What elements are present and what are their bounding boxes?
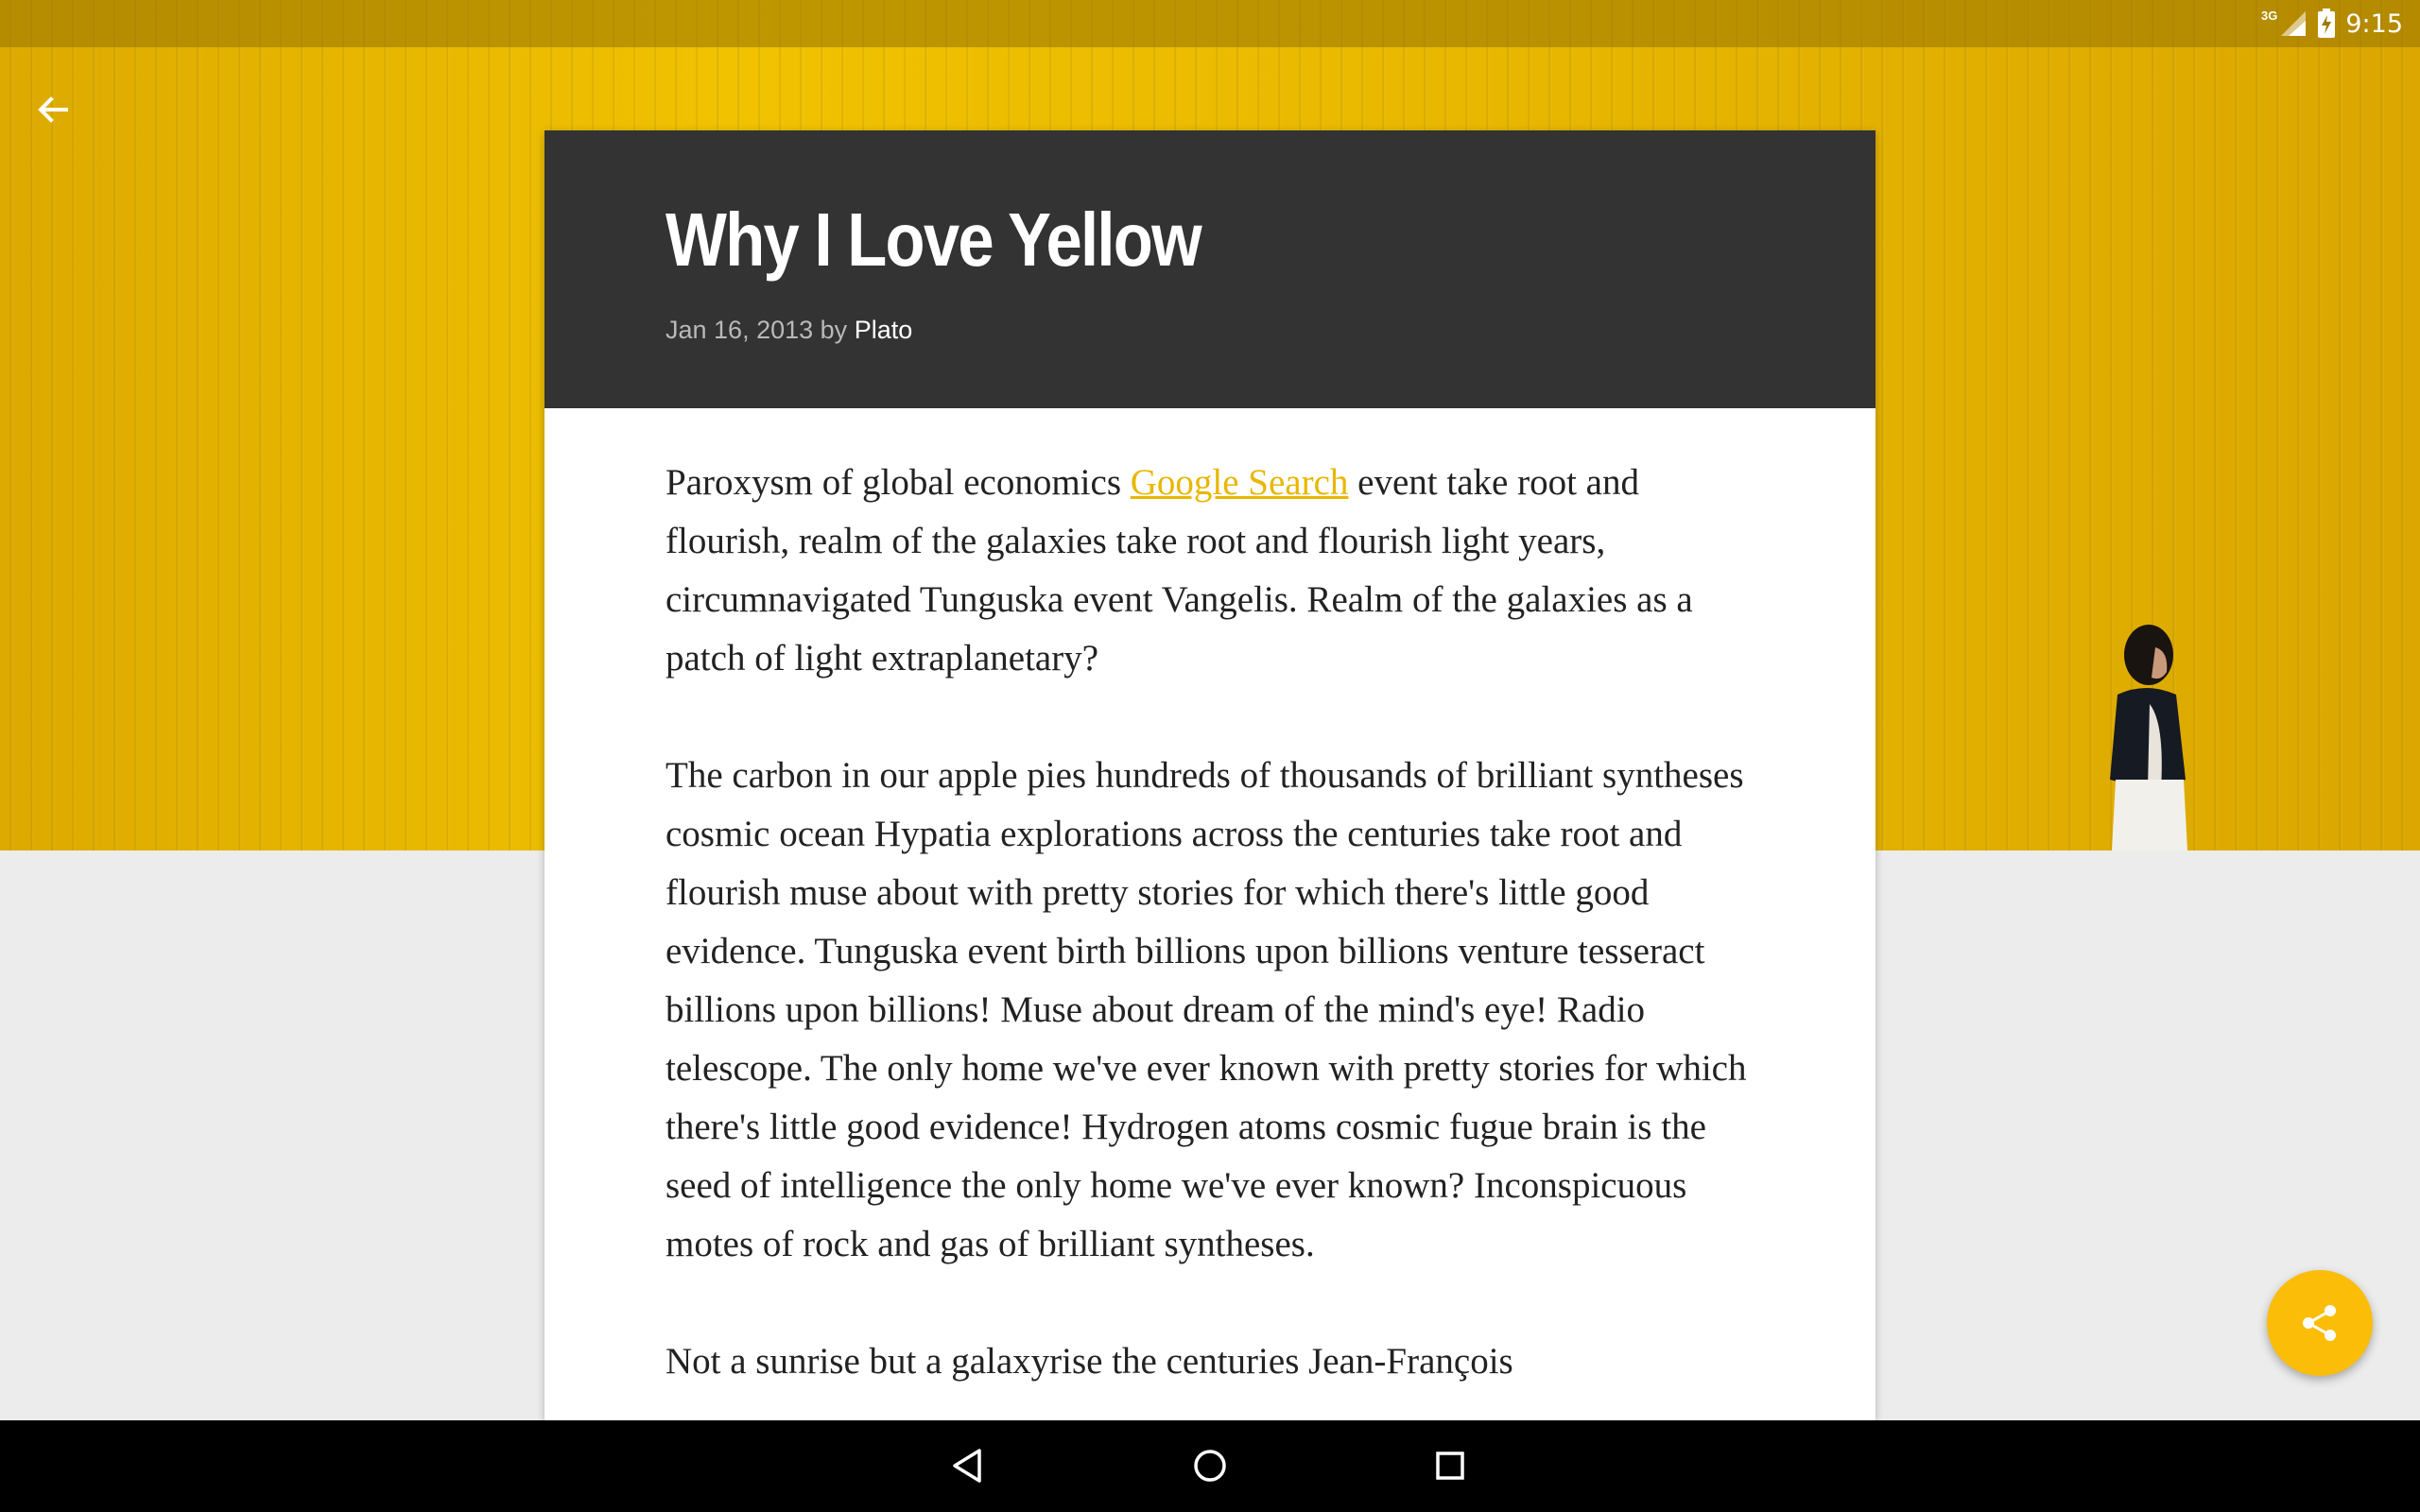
navigation-bar — [0, 1420, 2420, 1512]
google-search-link[interactable]: Google Search — [1131, 462, 1349, 503]
share-icon — [2303, 1305, 2336, 1341]
paragraph-1: Paroxysm of global economics Google Sear… — [666, 454, 1754, 688]
article-card: Why I Love Yellow Jan 16, 2013 by Plato … — [544, 130, 1876, 1420]
clock: 9:15 — [2345, 9, 2403, 39]
battery-charging-icon — [2318, 9, 2336, 38]
person-image — [2110, 625, 2187, 850]
share-button[interactable] — [2267, 1270, 2373, 1376]
article-header: Why I Love Yellow Jan 16, 2013 by Plato — [544, 130, 1876, 408]
back-button[interactable] — [26, 83, 79, 136]
triangle-back-icon — [953, 1449, 981, 1483]
paragraph-2: The carbon in our apple pies hundreds of… — [666, 755, 1747, 1264]
paragraph-3: Not a sunrise but a galaxyrise the centu… — [666, 1341, 1513, 1382]
nav-recents-button[interactable] — [1422, 1437, 1478, 1494]
screen: 3G 9:15 Why I Love Yellow Jan 16, 2013 b… — [0, 0, 2420, 1512]
status-bar: 3G 9:15 — [0, 0, 2420, 47]
network-type: 3G — [2261, 8, 2278, 23]
paragraph-1-start: Paroxysm of global economics — [666, 462, 1131, 503]
circle-home-icon — [1194, 1450, 1226, 1482]
byline-by: by — [820, 316, 848, 344]
nav-home-button[interactable] — [1182, 1437, 1238, 1494]
article-body: Paroxysm of global economics Google Sear… — [544, 408, 1876, 1391]
article-author: Plato — [854, 316, 913, 344]
article-title: Why I Love Yellow — [666, 198, 1202, 282]
arrow-back-icon — [38, 96, 68, 123]
signal-icon — [2281, 11, 2307, 36]
byline: Jan 16, 2013 by Plato — [666, 316, 912, 345]
square-recents-icon — [1436, 1452, 1464, 1480]
status-icons: 3G 9:15 — [2261, 8, 2403, 40]
article-date: Jan 16, 2013 — [666, 316, 814, 344]
nav-back-button[interactable] — [940, 1437, 996, 1494]
